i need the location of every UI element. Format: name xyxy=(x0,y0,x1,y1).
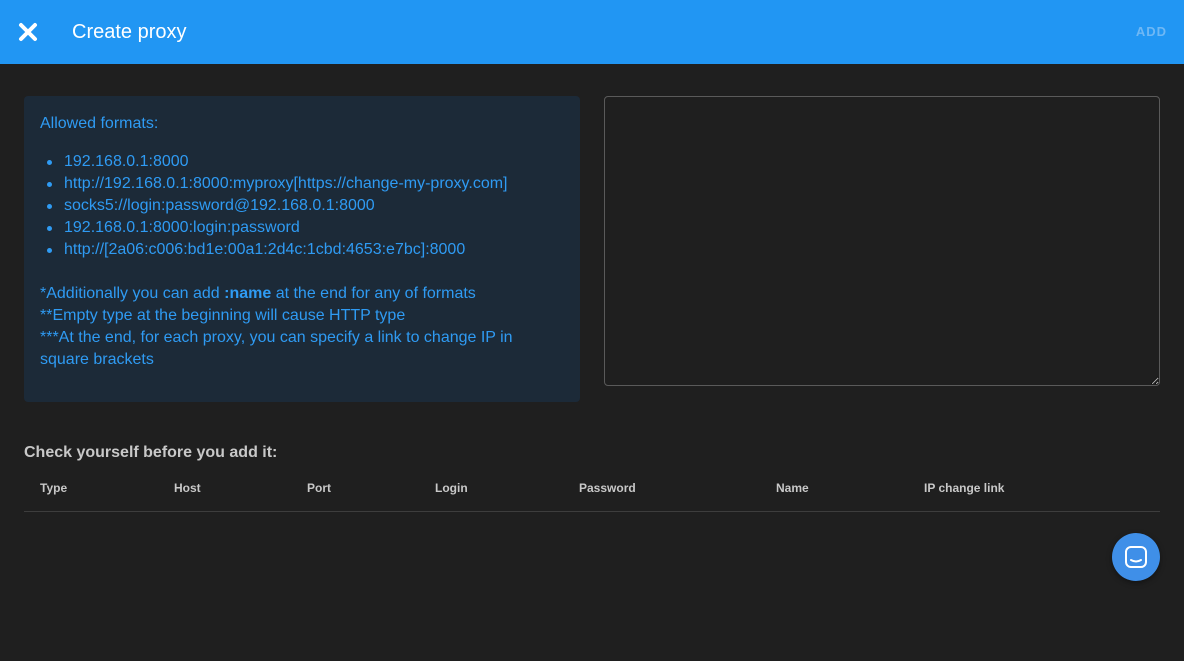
column-header-port[interactable]: Port xyxy=(307,481,331,495)
note-name-keyword: :name xyxy=(224,285,272,302)
column-header-login[interactable]: Login xyxy=(435,481,468,495)
top-app-bar: Create proxy ADD xyxy=(0,0,1184,64)
page-title: Create proxy xyxy=(72,21,187,43)
chat-button[interactable] xyxy=(1112,533,1160,581)
column-header-ip-change-link[interactable]: IP change link xyxy=(924,481,1004,495)
close-icon xyxy=(19,23,37,41)
formats-list: 192.168.0.1:8000 http://192.168.0.1:8000… xyxy=(40,151,564,261)
close-button[interactable] xyxy=(14,18,42,46)
add-button[interactable]: ADD xyxy=(1136,24,1167,39)
format-item: http://192.168.0.1:8000:myproxy[https://… xyxy=(40,173,564,195)
allowed-formats-panel: Allowed formats: 192.168.0.1:8000 http:/… xyxy=(24,96,580,402)
column-header-password[interactable]: Password xyxy=(579,481,636,495)
note-name-suffix-text: at the end for any of formats xyxy=(271,285,476,302)
preview-table-header: Type Host Port Login Password Name IP ch… xyxy=(24,468,1160,512)
note-name-prefix: *Additionally you can add xyxy=(40,285,225,302)
format-item: http://[2a06:c006:bd1e:00a1:2d4c:1cbd:46… xyxy=(40,239,564,261)
column-header-name[interactable]: Name xyxy=(776,481,809,495)
note-name-suffix: *Additionally you can add :name at the e… xyxy=(40,283,564,305)
preview-title: Check yourself before you add it: xyxy=(24,444,278,461)
format-item: 192.168.0.1:8000 xyxy=(40,151,564,173)
proxy-input[interactable] xyxy=(604,96,1160,386)
format-item: socks5://login:password@192.168.0.1:8000 xyxy=(40,195,564,217)
allowed-formats-heading: Allowed formats: xyxy=(40,115,159,132)
format-item: 192.168.0.1:8000:login:password xyxy=(40,217,564,239)
column-header-type[interactable]: Type xyxy=(40,481,67,495)
note-ip-change-link: ***At the end, for each proxy, you can s… xyxy=(40,329,513,368)
column-header-host[interactable]: Host xyxy=(174,481,201,495)
note-empty-type: **Empty type at the beginning will cause… xyxy=(40,307,406,324)
chat-icon xyxy=(1125,546,1147,568)
